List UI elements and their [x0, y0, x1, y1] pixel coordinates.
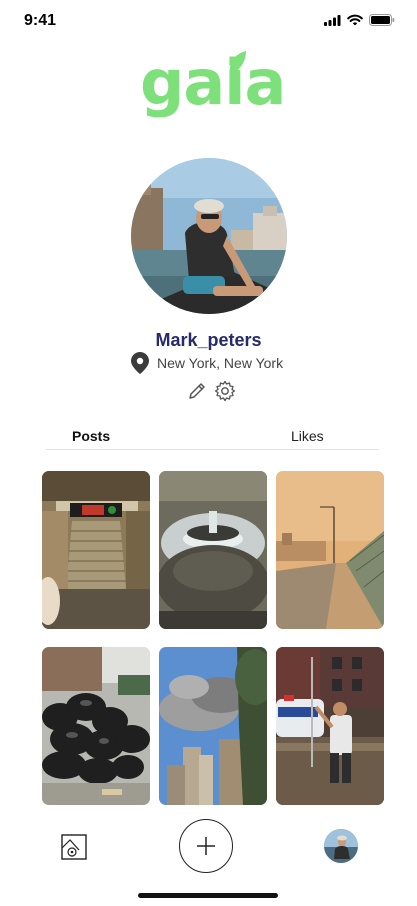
status-icons: [324, 14, 395, 26]
post-thumbnail[interactable]: [42, 647, 150, 805]
gallery-icon: [61, 834, 87, 860]
app-logo: gaia: [140, 50, 286, 136]
profile-actions: [186, 380, 236, 402]
logo-text: gaia: [140, 46, 286, 119]
location: New York, New York: [131, 352, 283, 374]
edit-profile-button[interactable]: [186, 380, 208, 402]
status-time: 9:41: [24, 12, 57, 29]
signal-icon: [324, 14, 341, 26]
profile-tabs: Posts Likes: [46, 424, 379, 450]
status-bar: 9:41: [0, 0, 417, 44]
location-pin-icon: [131, 352, 149, 374]
profile-avatar[interactable]: [131, 158, 287, 314]
post-thumbnail[interactable]: [159, 647, 267, 805]
post-thumbnail[interactable]: [159, 471, 267, 629]
gear-icon: [214, 380, 236, 402]
gallery-nav-button[interactable]: [61, 834, 87, 860]
add-post-button[interactable]: [179, 819, 233, 873]
post-image: [159, 471, 267, 629]
post-thumbnail[interactable]: [276, 471, 384, 629]
battery-icon: [369, 14, 395, 26]
post-image: [159, 647, 267, 805]
post-image: [276, 471, 384, 629]
settings-button[interactable]: [214, 380, 236, 402]
pencil-icon: [189, 383, 205, 399]
post-image: [42, 471, 150, 629]
post-thumbnail[interactable]: [42, 471, 150, 629]
profile-nav-avatar[interactable]: [324, 829, 358, 863]
post-image: [276, 647, 384, 805]
tab-posts[interactable]: Posts: [72, 428, 110, 444]
tab-likes[interactable]: Likes: [291, 428, 324, 444]
home-indicator: [138, 893, 278, 898]
post-image: [42, 647, 150, 805]
avatar-photo: [131, 158, 287, 314]
post-thumbnail[interactable]: [276, 647, 384, 805]
avatar: [324, 829, 358, 863]
username: Mark_peters: [155, 330, 262, 350]
leaf-icon: [229, 51, 246, 75]
location-text: New York, New York: [157, 355, 284, 371]
wifi-icon: [347, 14, 363, 26]
bottom-nav: [0, 816, 417, 876]
plus-icon: [197, 837, 215, 855]
